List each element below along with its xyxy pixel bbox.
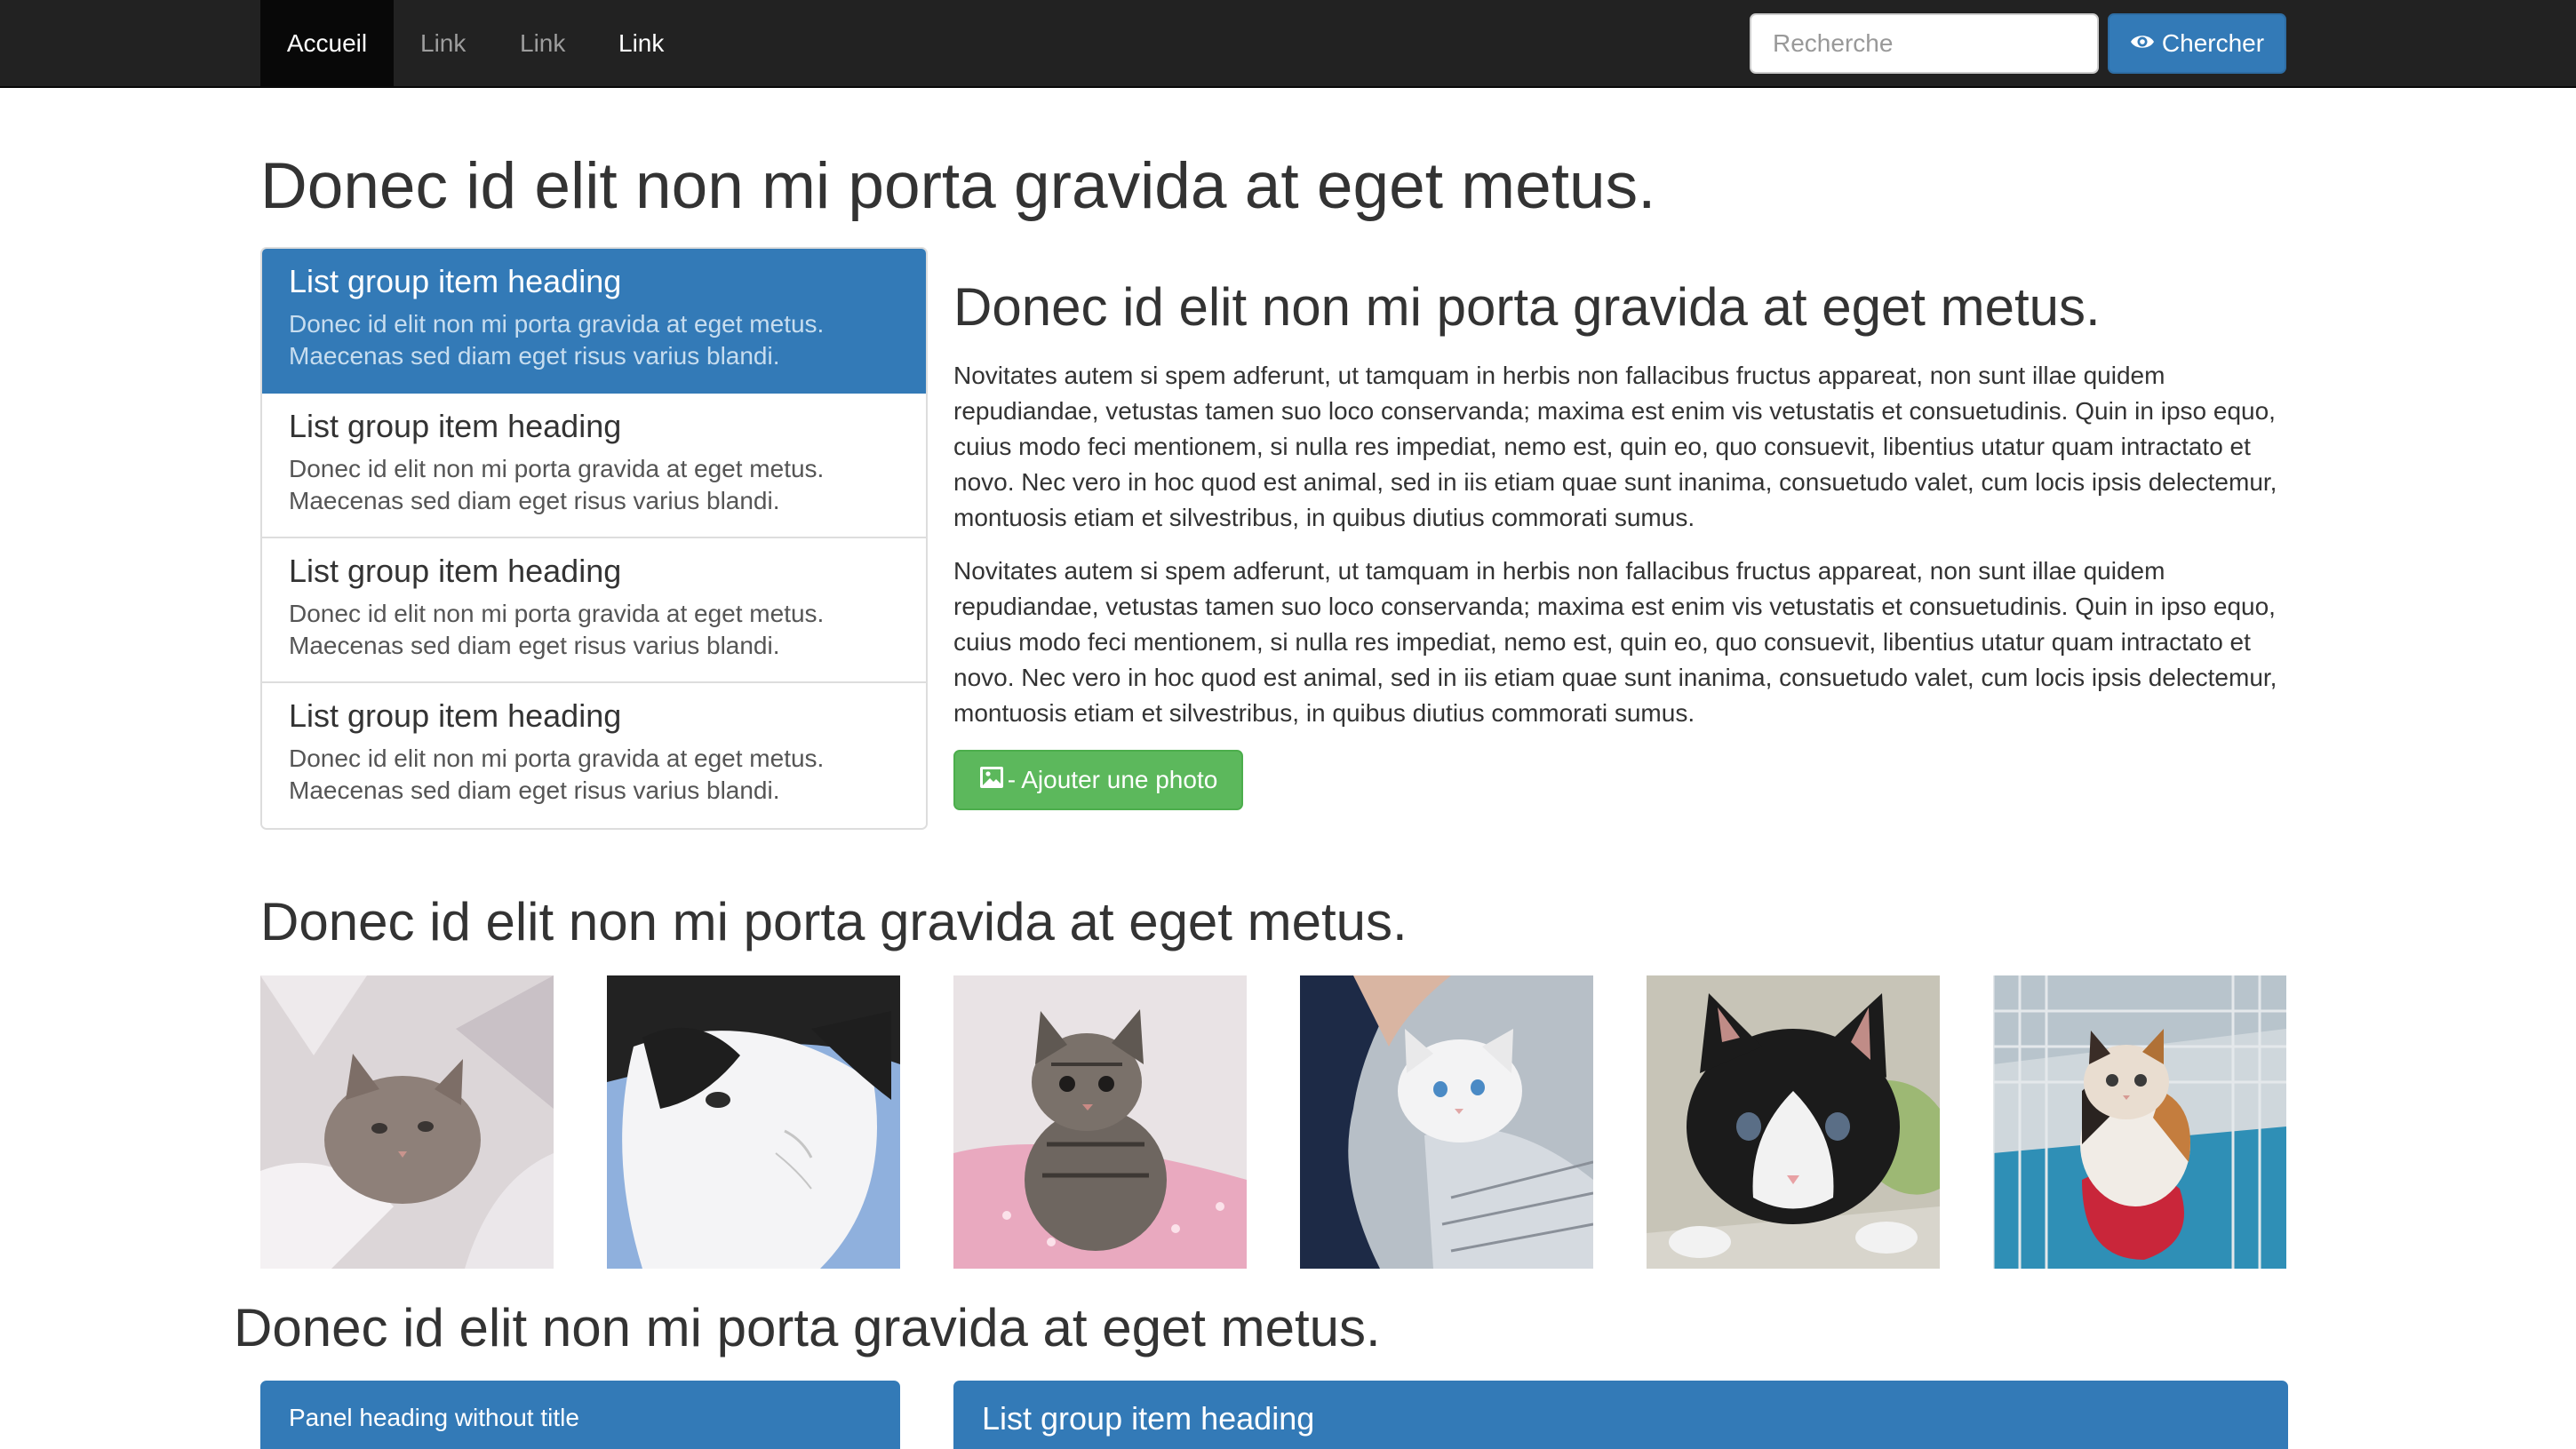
list-group-item-heading: List group item heading	[289, 697, 622, 734]
gallery-heading: Donec id elit non mi porta gravida at eg…	[260, 892, 1408, 951]
list-group-item-heading: List group item heading	[289, 263, 622, 299]
list-group-item-text: Donec id elit non mi porta gravida at eg…	[289, 599, 825, 659]
list-group-item[interactable]: List group item heading Donec id elit no…	[262, 683, 926, 828]
search-button[interactable]: Chercher	[2108, 13, 2286, 74]
add-photo-button[interactable]: - Ajouter une photo	[953, 750, 1243, 810]
list-group-item[interactable]: List group item heading Donec id elit no…	[262, 249, 926, 394]
panel-heading-text: Panel heading without title	[289, 1404, 579, 1431]
list-group-item-heading: List group item heading	[289, 553, 622, 589]
bottom-heading: Donec id elit non mi porta gravida at eg…	[234, 1298, 1381, 1357]
list-group-item-text: Donec id elit non mi porta gravida at eg…	[289, 309, 825, 370]
panel-heading: Panel heading without title	[260, 1381, 900, 1449]
list-group-item-heading: List group item heading	[982, 1400, 1315, 1437]
nav-link-3[interactable]: Link	[618, 0, 664, 86]
cat-photo-5[interactable]	[1647, 975, 1940, 1269]
eye-icon	[2130, 29, 2155, 58]
nav-link-1[interactable]: Link	[420, 0, 466, 86]
nav-link-accueil[interactable]: Accueil	[260, 0, 394, 86]
article-heading: Donec id elit non mi porta gravida at eg…	[953, 277, 2101, 337]
list-group-item[interactable]: List group item heading Donec id elit no…	[262, 394, 926, 538]
cat-photo-4[interactable]	[1300, 975, 1593, 1269]
search-button-label: Chercher	[2161, 29, 2265, 57]
cat-photo-2[interactable]	[607, 975, 900, 1269]
list-group-item-text: Donec id elit non mi porta gravida at eg…	[289, 454, 825, 514]
page-title: Donec id elit non mi porta gravida at eg…	[260, 150, 1656, 222]
list-group-item-text: Donec id elit non mi porta gravida at eg…	[289, 744, 825, 804]
cat-photo-1[interactable]	[260, 975, 554, 1269]
add-photo-label: - Ajouter une photo	[1007, 766, 1218, 793]
nav-link-2[interactable]: Link	[520, 0, 565, 86]
list-group-item[interactable]: List group item heading Donec id elit no…	[262, 538, 926, 683]
list-group: List group item heading Donec id elit no…	[260, 247, 928, 830]
article-paragraph: Novitates autem si spem adferunt, ut tam…	[953, 557, 2277, 727]
list-group-item-heading: List group item heading	[289, 408, 622, 444]
navbar: Accueil Link Link Link Chercher	[0, 0, 2576, 88]
cat-photo-3[interactable]	[953, 975, 1247, 1269]
picture-icon	[979, 766, 1004, 795]
list-group-item[interactable]: List group item heading	[953, 1381, 2288, 1449]
article-paragraph: Novitates autem si spem adferunt, ut tam…	[953, 362, 2277, 531]
cat-photo-6[interactable]	[1993, 975, 2286, 1269]
search-input[interactable]	[1750, 13, 2099, 74]
